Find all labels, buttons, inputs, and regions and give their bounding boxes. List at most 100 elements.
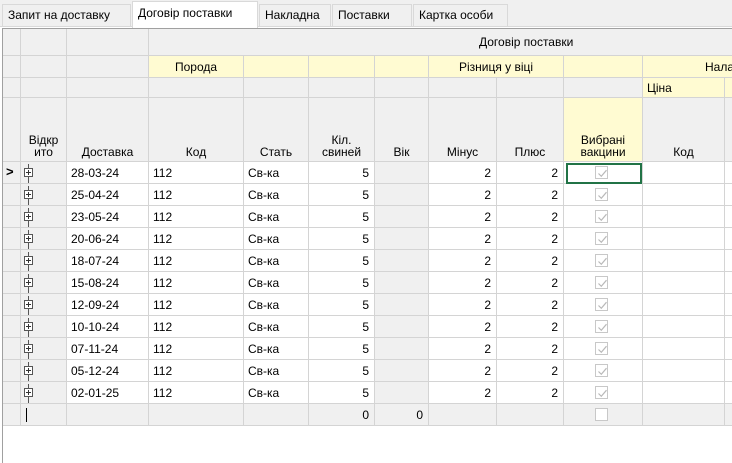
cell-delivery[interactable]: 07-11-24 (67, 338, 149, 360)
cell-code2[interactable] (643, 272, 725, 294)
cell-code2[interactable] (643, 294, 725, 316)
cell-pig-count[interactable]: 5 (309, 294, 375, 316)
cell-vaccines[interactable] (564, 162, 643, 184)
cell-code[interactable]: 112 (149, 250, 244, 272)
cell-code2[interactable] (643, 184, 725, 206)
cell-sex[interactable]: Св-ка (244, 294, 309, 316)
cell-sex[interactable]: Св-ка (244, 338, 309, 360)
cell-delivery[interactable]: 23-05-24 (67, 206, 149, 228)
checkbox-checked[interactable] (595, 320, 608, 333)
cell-code[interactable]: 112 (149, 294, 244, 316)
cell-plus[interactable]: 2 (497, 162, 564, 184)
cell-age[interactable] (375, 206, 429, 228)
cell-minus[interactable]: 2 (429, 272, 497, 294)
cell-extra[interactable] (725, 228, 732, 250)
cell-minus[interactable]: 2 (429, 294, 497, 316)
cell-extra[interactable] (725, 360, 732, 382)
cell-vaccines[interactable] (564, 206, 643, 228)
plus-box-icon[interactable] (24, 190, 33, 199)
cell-delivery[interactable]: 15-08-24 (67, 272, 149, 294)
row-selector[interactable]: > (3, 162, 21, 184)
cell-plus[interactable]: 2 (497, 382, 564, 404)
cell-extra[interactable] (725, 338, 732, 360)
cell-opened[interactable] (21, 228, 67, 250)
cell-minus[interactable]: 2 (429, 360, 497, 382)
cell-code2[interactable] (643, 316, 725, 338)
tab-person-card[interactable]: Картка особи (413, 4, 508, 26)
cell-extra[interactable] (725, 206, 732, 228)
cell-pig-count[interactable]: 5 (309, 382, 375, 404)
cell-vaccines[interactable] (564, 338, 643, 360)
checkbox-checked[interactable] (595, 188, 608, 201)
cell-delivery[interactable]: 18-07-24 (67, 250, 149, 272)
row-selector-header[interactable] (3, 98, 21, 162)
plus-box-icon[interactable] (24, 366, 33, 375)
cell-delivery[interactable]: 10-10-24 (67, 316, 149, 338)
cell-age[interactable] (375, 294, 429, 316)
column-header-extra[interactable] (725, 98, 732, 162)
row-selector[interactable] (3, 250, 21, 272)
cell-sex[interactable]: Св-ка (244, 228, 309, 250)
new-cell-plus[interactable] (497, 404, 564, 426)
plus-box-icon[interactable] (24, 344, 33, 353)
cell-age[interactable] (375, 360, 429, 382)
delivery-contract-grid[interactable]: Договір поставки Порода Різниця у віці Нала… (2, 28, 732, 463)
cell-sex[interactable]: Св-ка (244, 162, 309, 184)
cell-age[interactable] (375, 338, 429, 360)
cell-extra[interactable] (725, 294, 732, 316)
cell-vaccines[interactable] (564, 382, 643, 404)
cell-vaccines[interactable] (564, 316, 643, 338)
cell-extra[interactable] (725, 162, 732, 184)
cell-sex[interactable]: Св-ка (244, 250, 309, 272)
checkbox-checked[interactable] (595, 254, 608, 267)
column-header-vaccines[interactable]: Вибрані вакцини (564, 98, 643, 162)
plus-box-icon[interactable] (24, 212, 33, 221)
cell-vaccines[interactable] (564, 250, 643, 272)
checkbox-checked[interactable] (595, 298, 608, 311)
cell-delivery[interactable]: 25-04-24 (67, 184, 149, 206)
cell-sex[interactable]: Св-ка (244, 272, 309, 294)
cell-age[interactable] (375, 382, 429, 404)
column-header-pig-count[interactable]: Кіл. свиней (309, 98, 375, 162)
cell-code[interactable]: 112 (149, 338, 244, 360)
cell-extra[interactable] (725, 184, 732, 206)
cell-opened[interactable] (21, 272, 67, 294)
column-header-age[interactable]: Вік (375, 98, 429, 162)
new-cell-sex[interactable] (244, 404, 309, 426)
cell-pig-count[interactable]: 5 (309, 316, 375, 338)
new-cell-age[interactable]: 0 (375, 404, 429, 426)
cell-sex[interactable]: Св-ка (244, 360, 309, 382)
checkbox-checked[interactable] (595, 342, 608, 355)
cell-opened[interactable] (21, 294, 67, 316)
checkbox-checked[interactable] (595, 210, 608, 223)
cell-sex[interactable]: Св-ка (244, 382, 309, 404)
cell-minus[interactable]: 2 (429, 228, 497, 250)
new-cell-vaccines[interactable] (564, 404, 643, 426)
cell-plus[interactable]: 2 (497, 316, 564, 338)
cell-opened[interactable] (21, 250, 67, 272)
cell-vaccines[interactable] (564, 272, 643, 294)
cell-vaccines[interactable] (564, 228, 643, 250)
cell-delivery[interactable]: 12-09-24 (67, 294, 149, 316)
row-selector[interactable] (3, 382, 21, 404)
row-selector[interactable] (3, 184, 21, 206)
checkbox-checked[interactable] (595, 276, 608, 289)
cell-sex[interactable]: Св-ка (244, 316, 309, 338)
cell-vaccines[interactable] (564, 294, 643, 316)
checkbox-checked[interactable] (595, 364, 608, 377)
cell-extra[interactable] (725, 382, 732, 404)
cell-age[interactable] (375, 250, 429, 272)
cell-delivery[interactable]: 20-06-24 (67, 228, 149, 250)
cell-extra[interactable] (725, 250, 732, 272)
checkbox-checked[interactable] (595, 232, 608, 245)
column-header-code[interactable]: Код (149, 98, 244, 162)
cell-minus[interactable]: 2 (429, 316, 497, 338)
cell-sex[interactable]: Св-ка (244, 206, 309, 228)
cell-pig-count[interactable]: 5 (309, 272, 375, 294)
cell-code2[interactable] (643, 162, 725, 184)
row-selector[interactable] (3, 206, 21, 228)
row-selector-new[interactable] (3, 404, 21, 426)
cell-age[interactable] (375, 184, 429, 206)
cell-minus[interactable]: 2 (429, 250, 497, 272)
cell-code2[interactable] (643, 382, 725, 404)
